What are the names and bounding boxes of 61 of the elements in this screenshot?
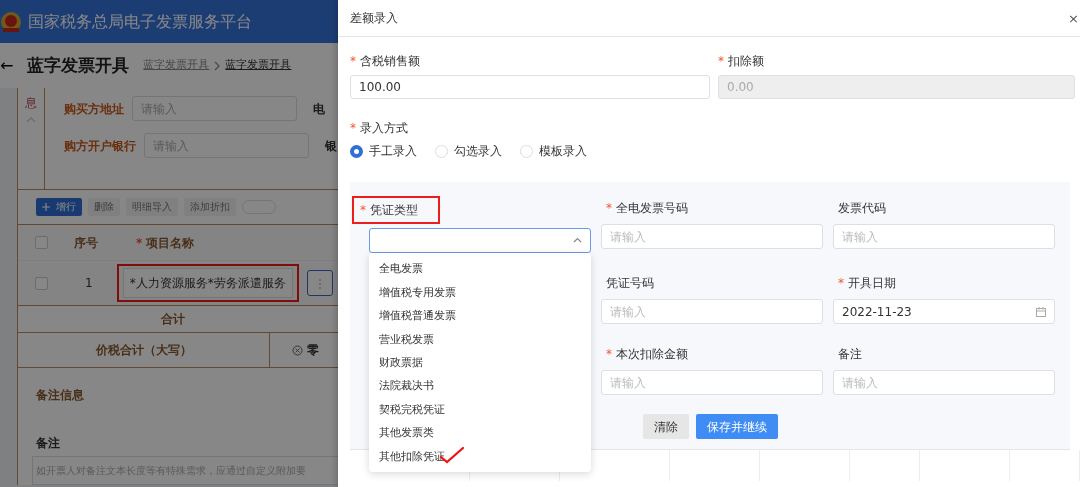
dropdown-option[interactable]: 增值税普通发票 [369, 304, 591, 329]
table-cell-text: 1 [85, 275, 93, 292]
platform-title: 国家税务总局电子发票服务平台 [28, 10, 252, 33]
checkbox[interactable] [35, 276, 48, 290]
close-button[interactable]: × [1067, 11, 1080, 25]
select-field[interactable] [369, 228, 591, 253]
field-label: 备注 [837, 346, 863, 363]
amount-field[interactable]: 100.00 [350, 75, 710, 99]
text-field[interactable]: 请输入 [833, 224, 1055, 249]
clear-button[interactable]: 清除 [643, 414, 689, 439]
cross-circle-icon [292, 344, 303, 356]
field-label: 电 [313, 100, 325, 118]
text-field[interactable]: 请输入 [601, 224, 823, 249]
field-label: 发票代码 [837, 200, 887, 217]
field-label: * 录入方式 [350, 120, 409, 137]
date-field[interactable]: 2022-11-23 [833, 299, 1055, 324]
dropdown-option[interactable]: 契税完税凭证 [369, 398, 591, 422]
amount-words-label: 价税合计（大写） [18, 333, 270, 367]
radio-option[interactable]: 勾选录入 [435, 142, 502, 160]
radio-option[interactable]: 模板录入 [520, 142, 587, 160]
field-label: * 全电发票号码 [605, 200, 689, 217]
emblem-icon [0, 10, 22, 33]
field-label: * 开具日期 [837, 275, 897, 292]
field-label: 银 [325, 137, 337, 155]
dropdown-option[interactable]: 财政票据 [369, 351, 591, 375]
field-label: 备注 [36, 435, 61, 452]
caret-icon [573, 237, 582, 244]
field-label: 凭证号码 [605, 275, 655, 292]
field-label: 购买方地址 [64, 100, 124, 118]
dropdown-option[interactable]: 营业税发票 [369, 328, 591, 352]
text-field[interactable]: 请输入 [601, 299, 823, 324]
text-field[interactable]: 请输入 [601, 370, 823, 395]
section-label: 息 [25, 95, 37, 112]
field-label: * 凭证类型 [352, 196, 440, 224]
radio-option[interactable]: 手工录入 [350, 142, 417, 160]
text-field[interactable]: 请输入 [833, 370, 1055, 395]
field-label: 购方开户银行 [64, 137, 136, 155]
dropdown-option[interactable]: 法院裁决书 [369, 374, 591, 399]
dropdown-option[interactable]: 其他扣除凭证 [369, 445, 591, 469]
dropdown-option[interactable]: 增值税专用发票 [369, 281, 591, 305]
chevron-icon [213, 60, 222, 71]
more-icon [317, 277, 322, 290]
field-label: * 本次扣除金额 [605, 346, 689, 363]
back-button[interactable]: ← [0, 53, 14, 78]
page-title: 蓝字发票开具 [27, 53, 130, 77]
total-label: 合计 [18, 305, 338, 333]
column-header: 序号 [74, 234, 98, 252]
amount-words-value: 零 [307, 342, 319, 359]
plus-icon [42, 203, 50, 211]
checkbox[interactable] [35, 236, 48, 249]
calendar-icon [1036, 306, 1046, 317]
field-label: * 含税销售额 [350, 53, 421, 70]
field-label: * 扣除额 [718, 53, 765, 70]
more-button[interactable] [306, 270, 333, 296]
column-header: * 项目名称 [136, 234, 195, 252]
dialog-title: 差额录入 [350, 10, 398, 27]
section-title: 备注信息 [36, 387, 85, 404]
item-name-field[interactable]: *人力资源服务*劳务派遣服务 [122, 268, 293, 298]
dropdown-option[interactable]: 其他发票类 [369, 421, 591, 446]
breadcrumb-link[interactable]: 蓝字发票开具 [225, 57, 292, 74]
dropdown-option[interactable]: 全电发票 [369, 258, 591, 282]
